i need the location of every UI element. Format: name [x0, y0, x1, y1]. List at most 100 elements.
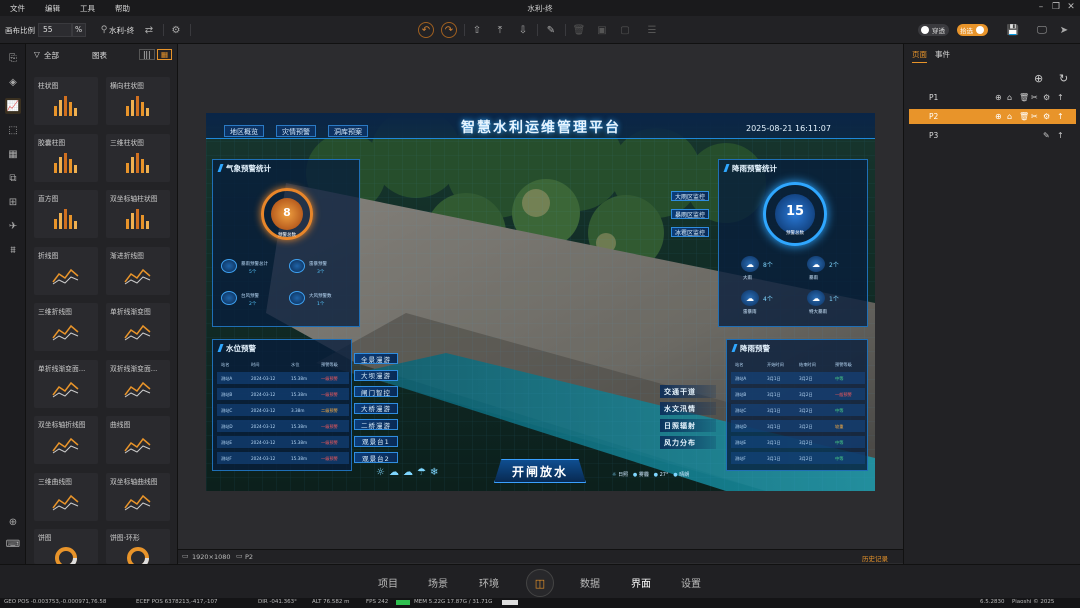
upload-icon[interactable]: ⇧ [469, 22, 485, 38]
component-card[interactable]: 单折线渐变图 [106, 303, 170, 351]
save-icon[interactable]: 💾 [1005, 22, 1021, 38]
group-icon[interactable]: ▣ [594, 22, 610, 38]
brush-icon[interactable]: ✎ [543, 22, 559, 38]
table-row[interactable]: 测站E 3月1日 3月2日 中等 [731, 436, 865, 448]
nav-project[interactable]: 项目 [378, 575, 398, 590]
component-card[interactable]: 饼图 [34, 529, 98, 564]
table-icon[interactable]: ▦ [5, 146, 21, 162]
scale-input[interactable]: 55 [38, 23, 72, 37]
redo-icon[interactable]: ↷ [441, 22, 457, 38]
layers-icon[interactable]: ◈ [5, 74, 21, 90]
monitor-hail-button[interactable]: 冰雹区监控 [671, 227, 709, 237]
component-card[interactable]: 双坐标轴折线图 [34, 416, 98, 464]
import-icon[interactable]: ⎘ [5, 50, 21, 66]
add-icon[interactable]: ⊕ [995, 93, 1002, 102]
shape-icon[interactable]: ⬚ [5, 122, 21, 138]
tab-disaster-warning[interactable]: 灾情预警 [276, 125, 316, 137]
cloudy-icon[interactable]: ☁ [389, 467, 403, 478]
tab-region-overview[interactable]: 地区概览 [224, 125, 264, 137]
scene-button[interactable]: 大坝漫游 [354, 369, 398, 381]
settings-icon[interactable]: ⚙ [168, 22, 184, 38]
cloud-icon[interactable]: ☁ [403, 467, 417, 478]
component-card[interactable]: 折线图 [34, 246, 98, 295]
nav-settings[interactable]: 设置 [681, 575, 701, 590]
table-row[interactable]: 测站D 2024-03-12 15.38m 一级预警 [217, 420, 349, 432]
scene-button[interactable]: 观景台1 [354, 435, 398, 447]
filter-label[interactable]: 全部 [44, 50, 59, 61]
component-card[interactable]: 胶囊柱图 [34, 133, 98, 182]
history-button[interactable]: 历史记录 [862, 553, 888, 563]
refresh-icon[interactable]: ↻ [1059, 72, 1068, 85]
scene-button[interactable]: 闸门智控 [354, 386, 398, 397]
close-icon[interactable]: ✕ [1064, 2, 1078, 12]
nav-data[interactable]: 数据 [580, 575, 600, 590]
widget-icon[interactable]: ⧉ [5, 170, 21, 186]
ungroup-icon[interactable]: ▢ [617, 22, 633, 38]
tag-icon[interactable]: ⌂ [1007, 112, 1012, 121]
scene-button[interactable]: 二桥漫游 [354, 419, 398, 430]
swap-icon[interactable]: ⇄ [141, 22, 157, 38]
tab-pages[interactable]: 页面 [912, 49, 927, 63]
delete-icon[interactable]: 🗑 [571, 22, 587, 38]
menu-tools[interactable]: 工具 [70, 3, 105, 14]
rain-icon[interactable]: ☂ [417, 467, 430, 478]
menu-help[interactable]: 帮助 [105, 3, 140, 14]
component-card[interactable]: 渐进折线图 [106, 246, 170, 295]
layer-button[interactable]: 水文汛情 [660, 402, 716, 415]
table-row[interactable]: 测站F 2024-03-12 15.38m 一级预警 [217, 452, 349, 464]
list-view-icon[interactable]: ||| [139, 49, 155, 60]
component-card[interactable]: 双坐标轴柱状图 [106, 190, 170, 238]
scene-button[interactable]: 大桥漫游 [354, 402, 398, 414]
table-row[interactable]: 测站D 3月1日 3月2日 较重 [731, 420, 865, 432]
table-row[interactable]: 测站B 3月1日 3月2日 一般预警 [731, 388, 865, 400]
snow-icon[interactable]: ❄ [430, 467, 442, 478]
scene-button[interactable]: 全景漫游 [354, 353, 398, 364]
filter-icon[interactable]: ▽ [34, 50, 40, 59]
home-logo-icon[interactable]: ◫ [526, 569, 554, 597]
table-row[interactable]: 测站B 2024-03-12 15.38m 一级预警 [217, 388, 349, 400]
monitor-heavy-rain-button[interactable]: 大雨区监控 [671, 191, 709, 201]
trash-icon[interactable]: 🗑 [1019, 93, 1029, 102]
component-card[interactable]: 柱状图 [34, 77, 98, 125]
component-card[interactable]: 三维折线图 [34, 303, 98, 351]
toggle-transparent[interactable]: 穿透 [918, 24, 949, 36]
gear-icon[interactable]: ⚙ [1043, 93, 1050, 102]
add-page-icon[interactable]: ⊕ [1034, 72, 1043, 85]
add-icon[interactable]: ⊕ [995, 112, 1002, 121]
component-card[interactable]: 直方图 [34, 190, 98, 238]
category-label[interactable]: 图表 [92, 50, 107, 61]
tab-events[interactable]: 事件 [935, 49, 950, 60]
table-row[interactable]: 测站A 3月1日 3月2日 中等 [731, 372, 865, 384]
send-icon[interactable]: ➤ [1056, 22, 1072, 38]
nav-interface[interactable]: 界面 [631, 575, 651, 590]
monitor-rainstorm-button[interactable]: 暴雨区监控 [671, 209, 709, 219]
globe-icon[interactable]: ⊕ [5, 514, 21, 530]
tool-icon[interactable]: ✂ [1031, 93, 1038, 102]
table-row[interactable]: 测站C 3月1日 3月2日 中等 [731, 404, 865, 416]
component-card[interactable]: 三维曲线图 [34, 472, 98, 521]
move-up-icon[interactable]: ↑ [1057, 131, 1064, 140]
menu-file[interactable]: 文件 [0, 3, 35, 14]
plane-icon[interactable]: ✈ [5, 218, 21, 234]
component-icon[interactable]: ⊞ [5, 194, 21, 210]
component-card[interactable]: 双折线渐变面... [106, 359, 170, 408]
component-card[interactable]: 饼图-环形 [106, 529, 170, 564]
minimize-icon[interactable]: – [1034, 2, 1048, 12]
nav-scene[interactable]: 场景 [428, 575, 448, 590]
grid-view-icon[interactable]: ▦ [157, 49, 173, 60]
page-row-p2[interactable]: P2 ⊕ ⌂ 🗑 ✂ ⚙ ↑ [909, 109, 1076, 124]
dashboard-artboard[interactable]: 智慧水利运维管理平台 2025-08-21 16:11:07 地区概览 灾情预警… [206, 113, 875, 491]
nav-environment[interactable]: 环境 [479, 575, 499, 590]
layer-button[interactable]: 日照辐射 [660, 419, 716, 432]
gear-icon[interactable]: ⚙ [1043, 112, 1050, 121]
menu-edit[interactable]: 编辑 [35, 3, 70, 14]
layer-button[interactable]: 风力分布 [660, 436, 716, 449]
tag-icon[interactable]: ⌂ [1007, 93, 1012, 102]
table-row[interactable]: 测站E 2024-03-12 15.38m 一级预警 [217, 436, 349, 448]
move-up-icon[interactable]: ↑ [1057, 93, 1064, 102]
component-card[interactable]: 单折线渐变面... [34, 359, 98, 408]
layer-button[interactable]: 交通干道 [660, 385, 716, 398]
sun-icon[interactable]: ☼ [376, 467, 389, 478]
page-row-p3[interactable]: P3 ✎ ↑ [909, 128, 1076, 143]
undo-icon[interactable]: ↶ [418, 22, 434, 38]
